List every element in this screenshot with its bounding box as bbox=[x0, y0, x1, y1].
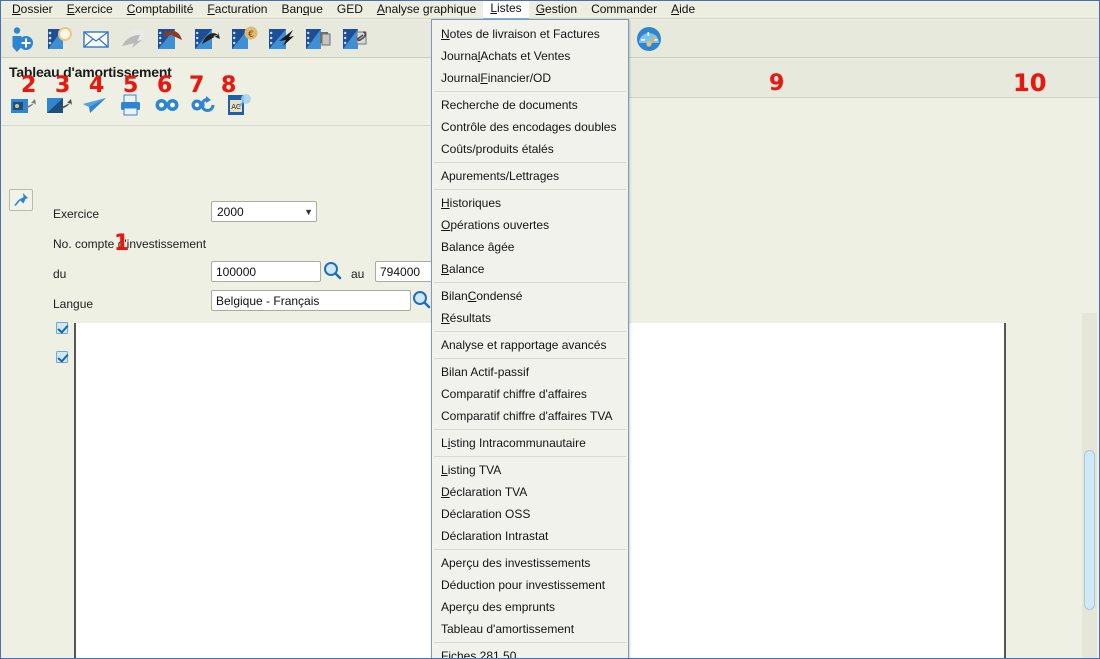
svg-text:€: € bbox=[248, 30, 254, 40]
menu-item-aper-u-des-investissements[interactable]: Aperçu des investissements bbox=[432, 552, 628, 574]
chevron-down-icon: ▼ bbox=[304, 206, 313, 217]
menu-item-d-duction-pour-investissement[interactable]: Déduction pour investissement bbox=[432, 574, 628, 596]
du-value: 100000 bbox=[216, 264, 257, 279]
menu-item-journal-financier-od[interactable]: Journal Financier/OD bbox=[432, 67, 628, 89]
menubar-item-listes[interactable]: Listes bbox=[483, 1, 529, 20]
annotation-number-7: 7 bbox=[189, 73, 205, 98]
menubar-item-exercice[interactable]: Exercice bbox=[60, 1, 120, 19]
menubar-item-banque[interactable]: Banque bbox=[274, 1, 329, 19]
exercice-label: Exercice bbox=[53, 207, 100, 221]
annotation-number-9: 9 bbox=[769, 71, 785, 96]
menu-item-r-sultats[interactable]: Résultats bbox=[432, 307, 628, 329]
menubar-item-facturation[interactable]: Facturation bbox=[200, 1, 274, 19]
book-star-icon[interactable] bbox=[266, 24, 296, 54]
menubar-item-analyse-graphique[interactable]: Analyse graphique bbox=[370, 1, 483, 19]
annotation-number-4: 4 bbox=[89, 73, 105, 98]
menu-separator bbox=[434, 91, 626, 92]
add-client-icon[interactable] bbox=[7, 24, 37, 54]
print-preview-disabled-icon bbox=[118, 24, 148, 54]
menu-item-listing-tva[interactable]: Listing TVA bbox=[432, 459, 628, 481]
menu-item-tableau-d-amortissement[interactable]: Tableau d'amortissement bbox=[432, 618, 628, 640]
menu-item-analyse-et-rapportage-avanc-s[interactable]: Analyse et rapportage avancés bbox=[432, 334, 628, 356]
menu-item-listing-intracommunautaire[interactable]: Li sting Intracommunautaire bbox=[432, 432, 628, 454]
book-copy-icon[interactable] bbox=[303, 24, 333, 54]
checkbox-icon[interactable] bbox=[56, 351, 68, 363]
menu-item-co-ts-produits-tal-s[interactable]: Coûts/produits étalés bbox=[432, 138, 628, 160]
menubar-item-aide[interactable]: Aide bbox=[664, 1, 702, 19]
menu-separator bbox=[434, 456, 626, 457]
menu-separator bbox=[434, 429, 626, 430]
gauge-dashboard-icon[interactable] bbox=[635, 25, 663, 53]
du-input[interactable]: 100000 bbox=[211, 261, 321, 282]
menu-item-balance-g-e[interactable]: Balance â g ée bbox=[432, 236, 628, 258]
menubar-item-ged[interactable]: GED bbox=[330, 1, 370, 19]
preview-toolbar bbox=[626, 20, 1099, 58]
au-value: 794000 bbox=[380, 264, 421, 279]
exercice-select[interactable]: 2000 ▼ bbox=[211, 201, 317, 222]
listes-dropdown-menu: Notes de livraison et Factures Journa l Ac… bbox=[431, 19, 629, 658]
menu-item-bilan-condens-[interactable]: Bilan Condensé bbox=[432, 285, 628, 307]
annotation-number-5: 5 bbox=[123, 73, 139, 98]
langue-row: Langue bbox=[53, 293, 93, 315]
annotation-number-8: 8 bbox=[221, 73, 237, 98]
annotation-number-6: 6 bbox=[157, 73, 173, 98]
menu-separator bbox=[434, 642, 626, 643]
notes-balloon-icon[interactable] bbox=[44, 24, 74, 54]
langue-search-icon[interactable] bbox=[412, 290, 431, 309]
envelope-mail-icon[interactable] bbox=[81, 24, 111, 54]
annotation-number-1: 1 bbox=[114, 231, 130, 256]
menu-separator bbox=[434, 189, 626, 190]
menu-item-fiches-281-50[interactable]: Fiches 281.50 bbox=[432, 645, 628, 658]
menu-separator bbox=[434, 162, 626, 163]
exercice-value: 2000 bbox=[217, 204, 244, 219]
langue-value: Belgique - Français bbox=[216, 293, 320, 308]
menu-item-balance[interactable]: Balance bbox=[432, 258, 628, 280]
du-search-icon[interactable] bbox=[323, 261, 342, 280]
account-section-label: No. compte d'investissement bbox=[53, 237, 207, 251]
menu-item-bilan-actif-passif[interactable]: Bilan Actif-passif bbox=[432, 361, 628, 383]
au-row: au bbox=[351, 263, 364, 285]
menu-item-comparatif-chiffre-d-affaires-tva[interactable]: Comparatif chiffre d'affaires TVA bbox=[432, 405, 628, 427]
menu-separator bbox=[434, 282, 626, 283]
menu-item-historiques[interactable]: Historiques bbox=[432, 192, 628, 214]
menu-item-d-claration-tva[interactable]: Déclaration TVA bbox=[432, 481, 628, 503]
au-label: au bbox=[351, 267, 365, 281]
annotation-number-3: 3 bbox=[55, 73, 71, 98]
application-window: Dossier Exercice Comptabilité Facturation Ba… bbox=[0, 0, 1100, 659]
menu-item-contr-le-des-encodages-doubles[interactable]: Contrôle des encodages doubles bbox=[432, 116, 628, 138]
menubar-item-comptabilit-[interactable]: Comptabilité bbox=[120, 1, 201, 19]
account-section-row: No. compte d'investissement bbox=[53, 233, 206, 255]
menubar-item-commander[interactable]: Commander bbox=[584, 1, 664, 19]
book-undo-icon[interactable] bbox=[155, 24, 185, 54]
annotation-number-2: 2 bbox=[21, 73, 37, 98]
menu-item-op-rations-ouvertes[interactable]: Opérations ouvertes bbox=[432, 214, 628, 236]
menu-item-recherche-de-documents[interactable]: Recherche de documents bbox=[432, 94, 628, 116]
menu-item-comparatif-chiffre-d-affaires[interactable]: Comparatif chiffre d'affaires bbox=[432, 383, 628, 405]
menubar-item-gestion[interactable]: Gestion bbox=[529, 1, 584, 19]
menu-item-aper-u-des-emprunts[interactable]: Aperçu des emprunts bbox=[432, 596, 628, 618]
menu-item-notes-de-livraison-et-factures[interactable]: Notes de livraison et Factures bbox=[432, 23, 628, 45]
menu-item-apurements-lettrages[interactable]: Apurements/Lettrages bbox=[432, 165, 628, 187]
menu-bar: Dossier Exercice Comptabilité Facturation Ba… bbox=[1, 1, 1099, 20]
menu-item-d-claration-oss[interactable]: Déclaration OSS bbox=[432, 503, 628, 525]
menu-separator bbox=[434, 549, 626, 550]
exercice-row: Exercice bbox=[53, 203, 99, 225]
menu-separator bbox=[434, 331, 626, 332]
annotation-number-10: 10 bbox=[1013, 69, 1047, 97]
book-euro-icon[interactable]: € bbox=[229, 24, 259, 54]
langue-input[interactable]: Belgique - Français bbox=[211, 290, 411, 311]
menu-separator bbox=[434, 358, 626, 359]
vertical-scrollbar[interactable] bbox=[1082, 313, 1097, 658]
langue-label: Langue bbox=[53, 297, 94, 311]
book-attach-icon[interactable] bbox=[340, 24, 370, 54]
checkbox-icon[interactable] bbox=[56, 322, 68, 334]
menu-item-journal-achats-et-ventes[interactable]: Journa l Achats et Ventes bbox=[432, 45, 628, 67]
du-label: du bbox=[53, 267, 67, 281]
scrollbar-thumb[interactable] bbox=[1084, 450, 1095, 610]
book-redo-icon[interactable] bbox=[192, 24, 222, 54]
menubar-item-dossier[interactable]: Dossier bbox=[5, 1, 60, 19]
du-row: du bbox=[53, 263, 66, 285]
menu-item-d-claration-intrastat[interactable]: Déclaration Intrastat bbox=[432, 525, 628, 547]
